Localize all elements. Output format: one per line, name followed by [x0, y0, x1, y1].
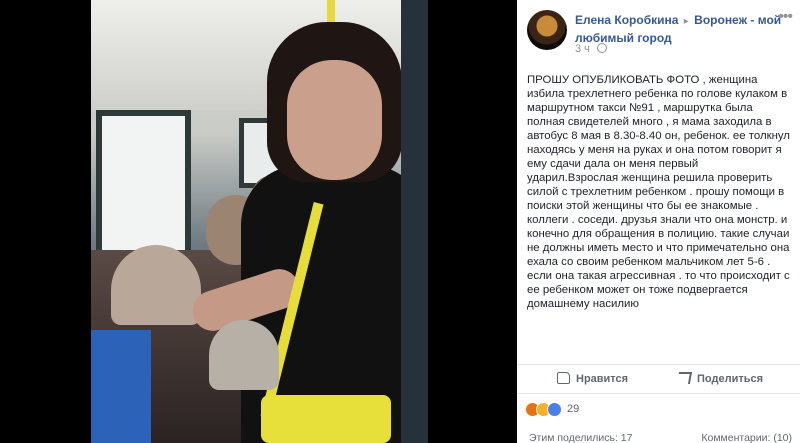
photo-yellow-bag: [261, 395, 391, 443]
reactions-count: 29: [567, 403, 580, 415]
photo-child: [209, 320, 279, 390]
share-button[interactable]: Поделиться: [676, 372, 764, 385]
photo-viewer-stage: [0, 0, 517, 443]
post-text: ПРОШУ ОПУБЛИКОВАТЬ ФОТО , женщина избила…: [527, 74, 790, 310]
avatar[interactable]: [527, 10, 567, 50]
photo-passenger-blue: [91, 330, 151, 443]
post-header: Елена Коробкина ▸ Воронеж - мой любимый …: [527, 8, 793, 58]
share-label: Поделиться: [697, 373, 764, 385]
globe-icon: [596, 43, 607, 53]
shares-count-link[interactable]: Этим поделились: 17: [529, 432, 633, 443]
post-panel: Елена Коробкина ▸ Воронеж - мой любимый …: [517, 0, 800, 443]
like-label: Нравится: [576, 373, 629, 385]
post-meta: 3 ч: [575, 43, 607, 55]
post-timestamp[interactable]: 3 ч: [575, 43, 590, 55]
photo-bus-window: [96, 110, 191, 260]
share-arrow-icon: [676, 372, 693, 384]
comments-count-link[interactable]: Комментарии: (10): [701, 432, 792, 443]
photo-passenger: [111, 245, 201, 325]
post-title: Елена Коробкина ▸ Воронеж - мой любимый …: [575, 12, 792, 46]
post-photo[interactable]: [91, 0, 428, 443]
like-icon: [547, 402, 562, 417]
post-footer: Этим поделились: 17 Комментарии: (10): [517, 426, 800, 443]
photo-woman-face: [287, 60, 382, 180]
post-actions: Нравится Поделиться: [517, 364, 800, 394]
arrow-right-icon: ▸: [683, 16, 689, 27]
author-link[interactable]: Елена Коробкина: [575, 13, 678, 27]
more-options-icon[interactable]: •••: [778, 8, 793, 26]
like-button[interactable]: Нравится: [557, 372, 628, 385]
photo-edge: [401, 0, 428, 443]
thumbs-up-icon: [557, 372, 570, 384]
